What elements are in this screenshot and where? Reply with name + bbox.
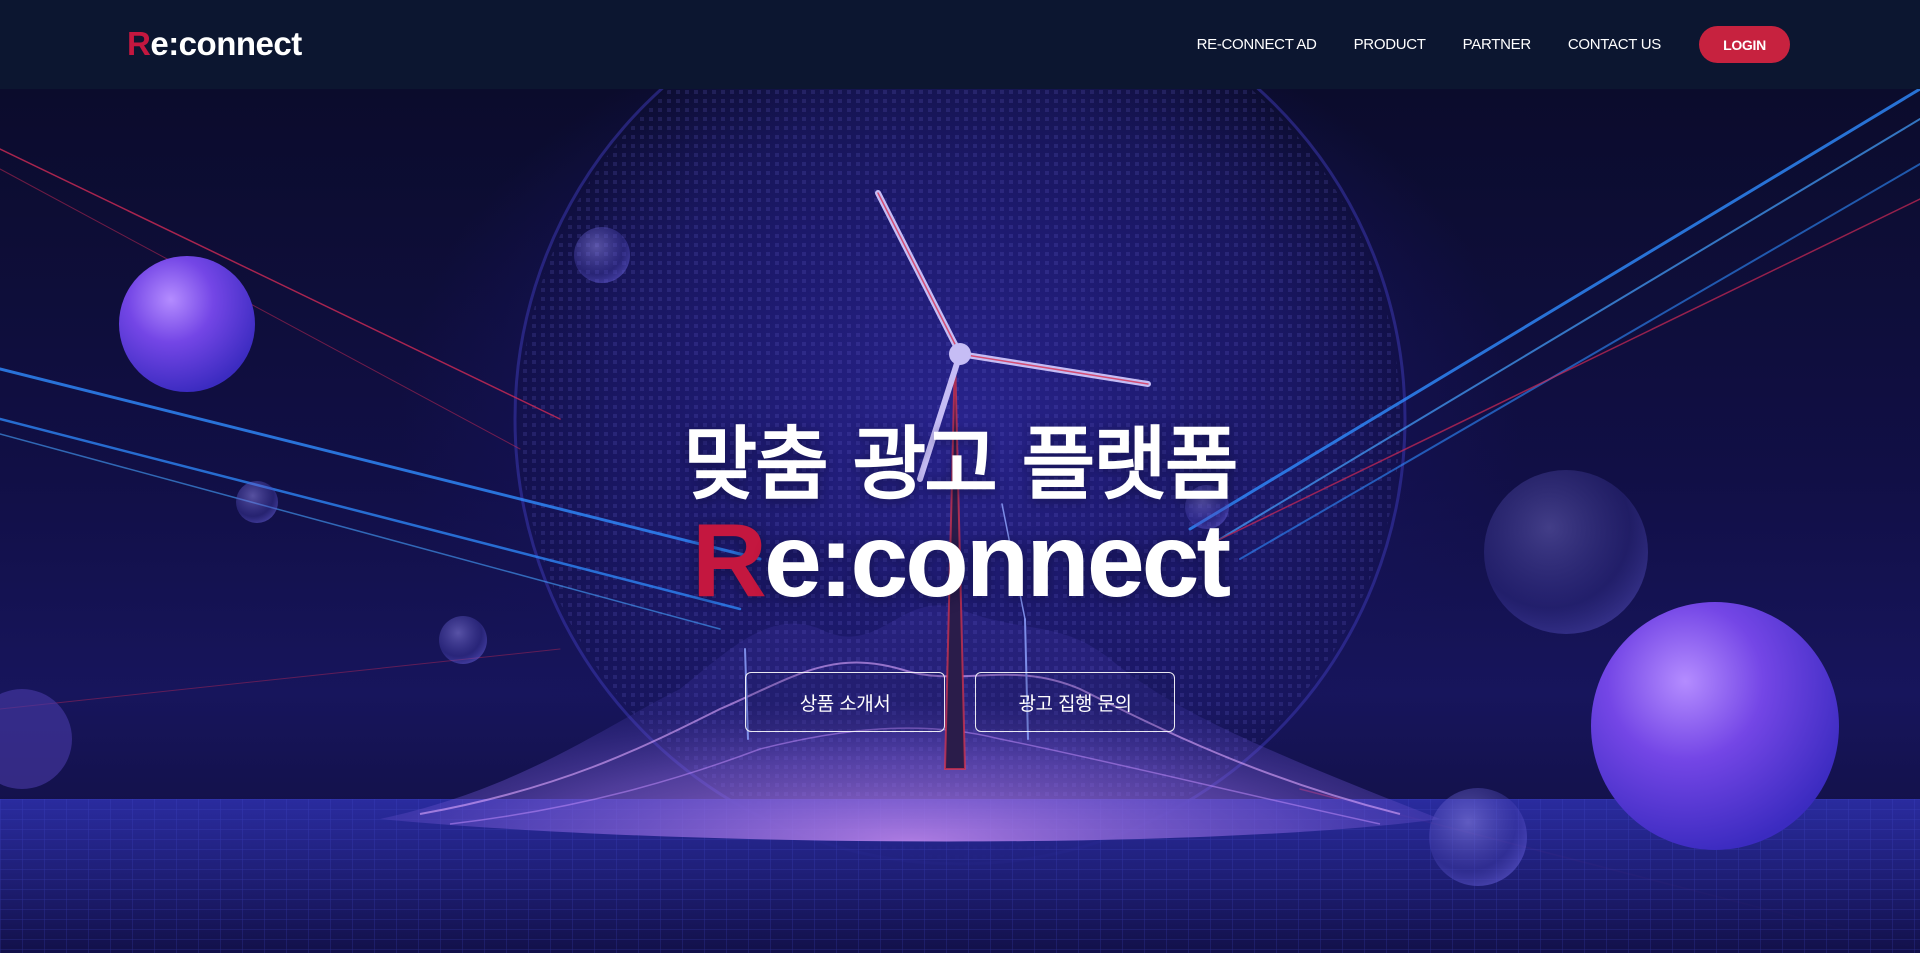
nav-product[interactable]: PRODUCT	[1354, 36, 1426, 53]
main-nav: RE-CONNECT AD PRODUCT PARTNER CONTACT US…	[1197, 0, 1790, 89]
logo[interactable]: Re:connect	[127, 23, 302, 65]
hero-brand: Re:connect	[0, 501, 1920, 621]
login-button[interactable]: LOGIN	[1699, 26, 1790, 63]
nav-reconnect-ad[interactable]: RE-CONNECT AD	[1197, 36, 1317, 53]
site-header: Re:connect RE-CONNECT AD PRODUCT PARTNER…	[0, 0, 1920, 89]
hero-buttons: 상품 소개서 광고 집행 문의	[0, 672, 1920, 732]
hero-section: 맞춤 광고 플랫폼 Re:connect 상품 소개서 광고 집행 문의	[0, 89, 1920, 953]
logo-first-letter: R	[127, 25, 151, 62]
hero-brand-first-letter: R	[691, 503, 767, 619]
logo-text: e:connect	[150, 25, 302, 62]
hero-brand-text: e:connect	[763, 503, 1231, 619]
nav-contact-us[interactable]: CONTACT US	[1568, 36, 1661, 53]
hero-title: 맞춤 광고 플랫폼	[683, 418, 1239, 511]
ad-inquiry-button[interactable]: 광고 집행 문의	[975, 672, 1175, 732]
nav-partner[interactable]: PARTNER	[1463, 36, 1532, 53]
page: Re:connect RE-CONNECT AD PRODUCT PARTNER…	[0, 0, 1920, 953]
product-brochure-button[interactable]: 상품 소개서	[745, 672, 945, 732]
